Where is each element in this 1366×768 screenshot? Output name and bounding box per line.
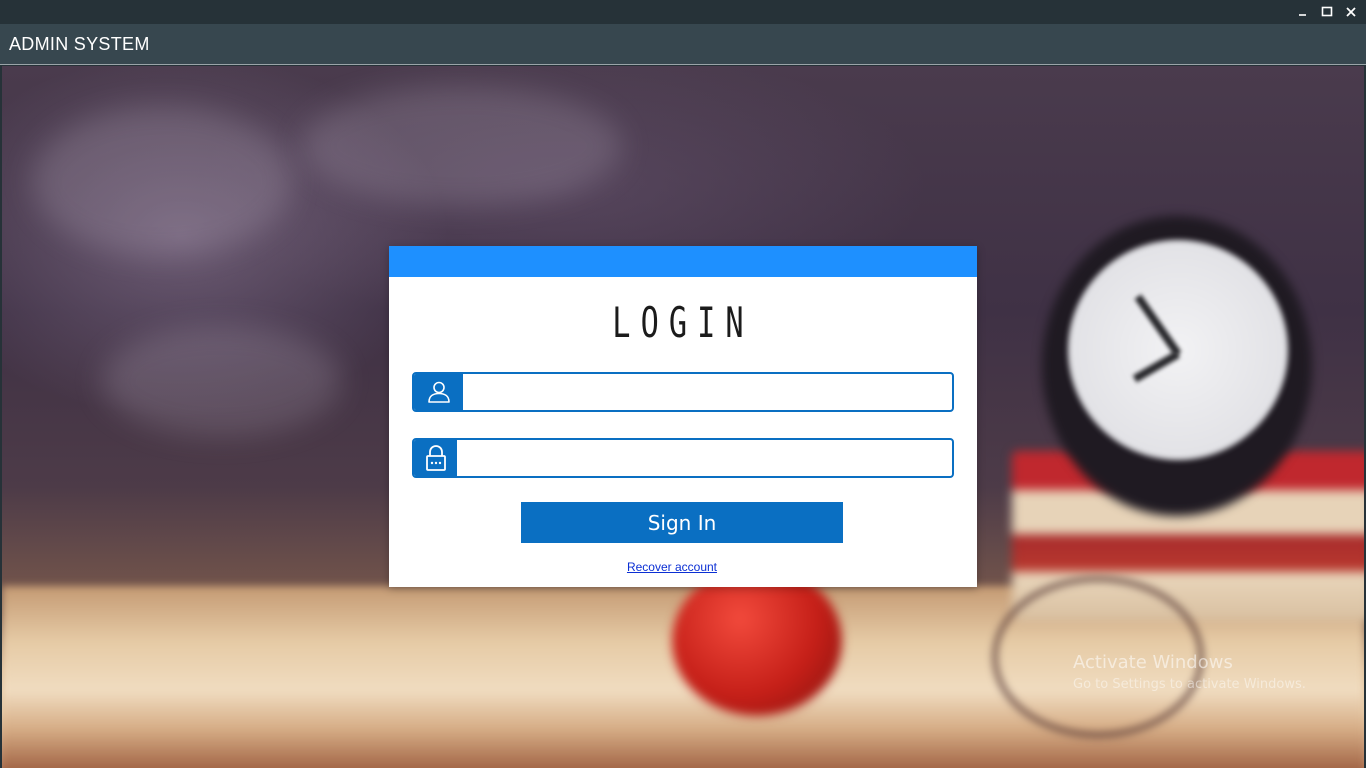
window-controls: [1296, 0, 1358, 24]
window-top-strip: [0, 0, 1366, 24]
watermark-subtitle: Go to Settings to activate Windows.: [1073, 677, 1306, 692]
title-bar: ADMIN SYSTEM: [0, 24, 1366, 65]
apple: [672, 566, 842, 716]
chalkboard-smudge: [32, 106, 292, 256]
recover-account-link[interactable]: Recover account: [389, 560, 955, 574]
app-title: ADMIN SYSTEM: [9, 34, 150, 54]
watermark-title: Activate Windows: [1073, 652, 1233, 673]
chalkboard-smudge: [102, 326, 342, 436]
activation-watermark: Activate Windows Go to Settings to activ…: [1073, 652, 1306, 692]
user-icon: [414, 374, 463, 410]
password-input[interactable]: [460, 440, 950, 476]
minimize-icon[interactable]: [1296, 5, 1310, 19]
lock-icon: [414, 440, 457, 476]
close-icon[interactable]: [1344, 5, 1358, 19]
username-field[interactable]: [412, 372, 954, 412]
login-card: LOGIN Sign In Recover account: [389, 246, 977, 587]
login-title: LOGIN: [612, 298, 754, 347]
card-header-bar: [389, 246, 977, 277]
chalkboard-smudge: [302, 86, 622, 206]
maximize-icon[interactable]: [1320, 5, 1334, 19]
username-input[interactable]: [466, 374, 950, 410]
sign-in-button[interactable]: Sign In: [521, 502, 843, 543]
password-field[interactable]: [412, 438, 954, 478]
